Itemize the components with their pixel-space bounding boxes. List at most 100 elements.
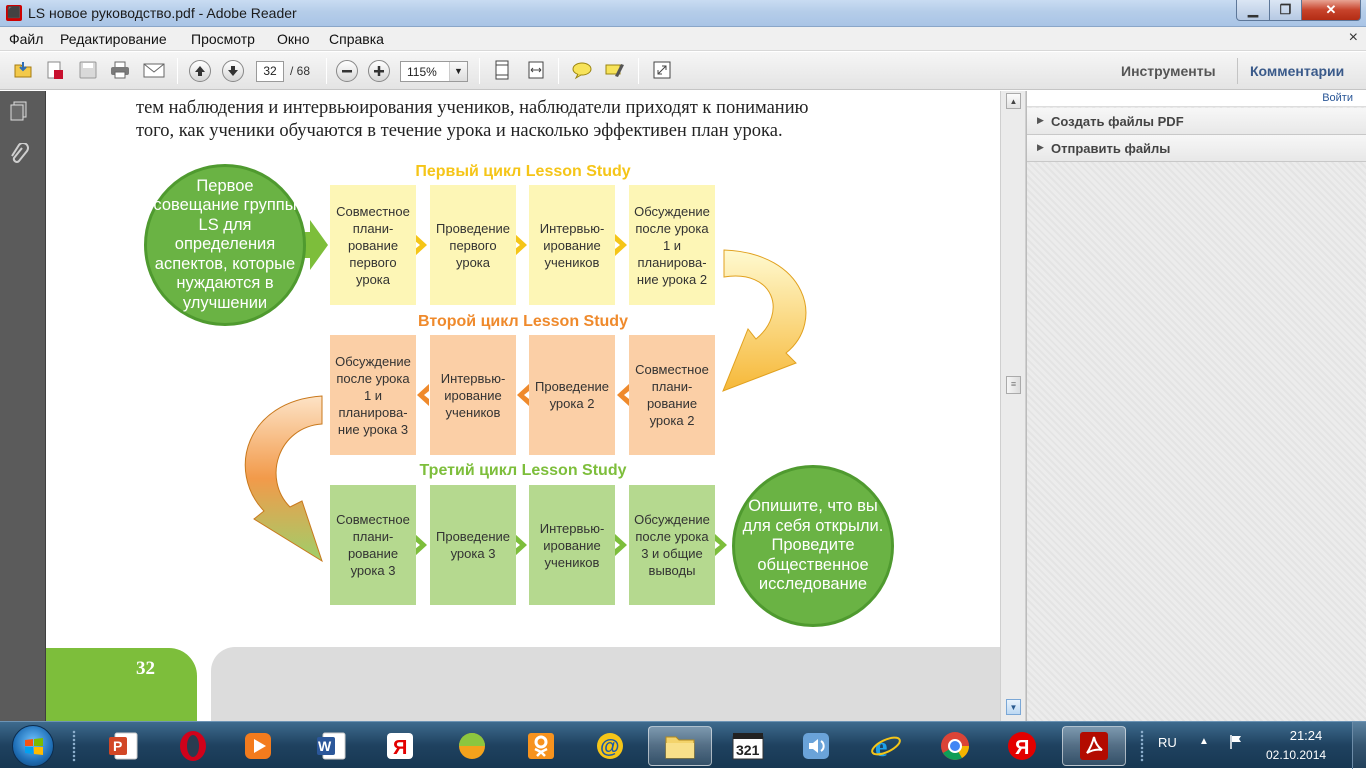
- toolbar-separator: [558, 58, 559, 84]
- svg-text:e: e: [875, 732, 887, 763]
- login-row: Войти: [1027, 91, 1366, 107]
- toolbar-separator: [177, 58, 178, 84]
- navigation-pane: [0, 91, 46, 721]
- explorer-icon[interactable]: [648, 726, 712, 766]
- zoom-value: 115%: [407, 65, 437, 79]
- menu-edit[interactable]: Редактирование: [60, 31, 167, 47]
- odnoklassniki-icon[interactable]: [519, 726, 563, 766]
- create-pdf-icon[interactable]: [42, 59, 68, 83]
- comments-tab[interactable]: Комментарии: [1250, 63, 1344, 79]
- toolbar-separator: [479, 58, 480, 84]
- cycle-3-box: Интервью-ирование учеников: [529, 485, 615, 605]
- zoom-select[interactable]: 115% ▼: [400, 61, 468, 82]
- windows-logo-icon: [25, 738, 43, 755]
- page-total-label: / 68: [290, 64, 311, 78]
- menu-bar: Файл Редактирование Просмотр Окно Справк…: [0, 27, 1366, 51]
- browser-ball-icon[interactable]: [450, 726, 494, 766]
- clock-time[interactable]: 21:24: [1284, 728, 1328, 743]
- print-icon[interactable]: [107, 59, 133, 83]
- tools-tab[interactable]: Инструменты: [1121, 63, 1216, 79]
- page-number-input[interactable]: 32: [256, 61, 284, 82]
- toolbar-separator: [1237, 58, 1238, 84]
- close-document-icon[interactable]: ×: [1349, 29, 1358, 47]
- svg-text:Я: Я: [393, 737, 407, 759]
- media-player-icon[interactable]: [236, 726, 280, 766]
- cycle-2-box: Совместное плани-рование урока 2: [629, 335, 715, 455]
- cycle-2-box: Проведение урока 2: [529, 335, 615, 455]
- expand-arrow-icon: ▶: [1037, 115, 1044, 125]
- chrome-icon[interactable]: [933, 726, 977, 766]
- start-button[interactable]: [12, 725, 54, 767]
- page-thumbnails-icon[interactable]: [9, 100, 29, 122]
- maximize-button[interactable]: ❐: [1269, 0, 1302, 21]
- next-page-icon[interactable]: [222, 60, 244, 82]
- email-icon[interactable]: [141, 59, 167, 83]
- page-footer-band: [211, 647, 1000, 721]
- attachments-icon[interactable]: [9, 142, 29, 165]
- fit-width-icon[interactable]: [523, 59, 549, 83]
- language-indicator[interactable]: RU: [1158, 735, 1177, 750]
- cycle-3-box: Проведение урока 3: [430, 485, 516, 605]
- toolbar: 32 / 68 115% ▼ Инструменты Комментарии: [0, 52, 1366, 90]
- pane-section-create-pdf[interactable]: ▶ Создать файлы PDF: [1027, 108, 1366, 135]
- cycle-3-box: Совместное плани-рование урока 3: [330, 485, 416, 605]
- scroll-down-icon[interactable]: ▼: [1006, 699, 1021, 715]
- toolbar-separator: [326, 58, 327, 84]
- tools-pane: Войти ▶ Создать файлы PDF ▶ Отправить фа…: [1026, 91, 1366, 721]
- word-icon[interactable]: W: [310, 726, 354, 766]
- login-link[interactable]: Войти: [1322, 92, 1353, 104]
- comment-icon[interactable]: [569, 59, 595, 83]
- cycle-1-box: Проведение первого урока: [430, 185, 516, 305]
- cycle-3-title: Третий цикл Lesson Study: [419, 462, 627, 479]
- adobe-reader-icon[interactable]: [1062, 726, 1126, 766]
- powerpoint-icon[interactable]: P: [102, 726, 146, 766]
- opera-icon[interactable]: [171, 726, 215, 766]
- media-classic-icon[interactable]: 321: [726, 726, 770, 766]
- prev-page-icon[interactable]: [189, 60, 211, 82]
- taskbar: P W Я @ 321 e Я RU ▲ 21:24 02.10.2014: [0, 721, 1366, 769]
- highlight-icon[interactable]: [602, 59, 628, 83]
- zoom-out-icon[interactable]: [336, 60, 358, 82]
- vertical-scrollbar[interactable]: ▲ ≡ ▼: [1000, 91, 1026, 721]
- minimize-button[interactable]: ▁: [1236, 0, 1270, 21]
- zoom-in-icon[interactable]: [368, 60, 390, 82]
- pane-section-send-files[interactable]: ▶ Отправить файлы: [1027, 135, 1366, 162]
- document-view[interactable]: тем наблюдения и интервьюирования ученик…: [46, 91, 1000, 721]
- yandex-browser-icon[interactable]: Я: [378, 726, 422, 766]
- window-title: LS новое руководство.pdf - Adobe Reader: [28, 5, 297, 21]
- internet-explorer-icon[interactable]: e: [864, 726, 908, 766]
- svg-text:@: @: [600, 736, 620, 758]
- svg-text:W: W: [318, 738, 332, 754]
- cycle-1-title: Первый цикл Lesson Study: [415, 163, 631, 180]
- close-button[interactable]: ✕: [1301, 0, 1361, 21]
- scroll-up-icon[interactable]: ▲: [1006, 93, 1021, 109]
- clock-date[interactable]: 02.10.2014: [1266, 748, 1326, 762]
- open-icon[interactable]: [10, 59, 36, 83]
- chevron-down-icon[interactable]: ▼: [449, 62, 467, 81]
- volume-icon[interactable]: [794, 726, 838, 766]
- title-bar: ⬛ LS новое руководство.pdf - Adobe Reade…: [0, 0, 1366, 27]
- menu-window[interactable]: Окно: [277, 31, 310, 47]
- start-circle: Первое совещание группы LS для определен…: [144, 164, 306, 326]
- cycle-1-box: Совместное плани-рование первого урока: [330, 185, 416, 305]
- pane-section-label: Отправить файлы: [1051, 141, 1171, 156]
- taskbar-grip: [72, 730, 76, 762]
- action-center-flag-icon[interactable]: [1228, 734, 1244, 755]
- pane-section-label: Создать файлы PDF: [1051, 114, 1184, 129]
- cycle-2-title: Второй цикл Lesson Study: [418, 313, 628, 330]
- menu-file[interactable]: Файл: [9, 31, 43, 47]
- scroll-thumb[interactable]: ≡: [1006, 376, 1021, 394]
- fit-page-icon[interactable]: [489, 59, 515, 83]
- save-icon[interactable]: [75, 59, 101, 83]
- end-circle: Опишите, что вы для себя открыли. Провед…: [732, 465, 894, 627]
- menu-help[interactable]: Справка: [329, 31, 384, 47]
- show-desktop-button[interactable]: [1352, 722, 1366, 769]
- yandex-icon[interactable]: Я: [1000, 726, 1044, 766]
- page-number: 32: [136, 658, 155, 679]
- mail-icon[interactable]: @: [588, 726, 632, 766]
- cycle-1-box: Обсуждение после урока 1 и планирова-ние…: [629, 185, 715, 305]
- tray-expand-icon[interactable]: ▲: [1199, 736, 1209, 747]
- svg-text:P: P: [113, 738, 122, 754]
- fullscreen-icon[interactable]: [649, 59, 675, 83]
- menu-view[interactable]: Просмотр: [191, 31, 255, 47]
